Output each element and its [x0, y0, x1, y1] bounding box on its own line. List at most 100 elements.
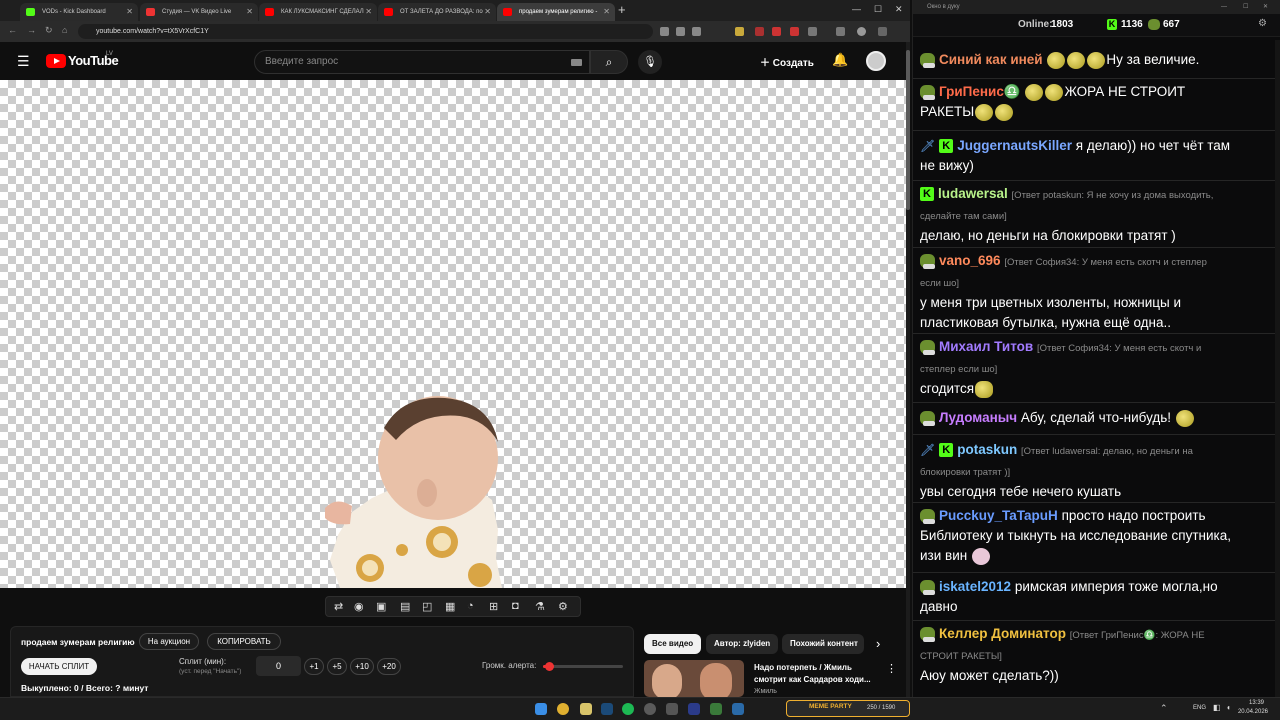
chat-username[interactable]: vano_696 [939, 253, 1001, 268]
copy-button[interactable]: КОПИРОВАТЬ [207, 633, 281, 650]
maximize-icon[interactable]: ☐ [1243, 0, 1248, 14]
start-split-button[interactable]: НАЧАТЬ СПЛИТ [21, 658, 97, 675]
mic-button[interactable]: 🎙 [638, 50, 662, 74]
create-button[interactable]: ＋ Создать [760, 54, 814, 69]
hamburger-icon[interactable]: ☰ [17, 53, 30, 70]
split-minutes-input[interactable]: 0 [256, 656, 301, 676]
app-icon[interactable] [666, 703, 678, 715]
volume-knob[interactable] [545, 662, 555, 671]
extension-icon[interactable] [735, 27, 744, 36]
close-icon[interactable]: ✕ [126, 3, 133, 21]
scrollbar-thumb[interactable] [906, 50, 910, 210]
more-options-icon[interactable]: ⋮ [886, 662, 897, 675]
add-icon[interactable]: ⊞ [489, 600, 498, 613]
loop-icon[interactable]: ⇄ [334, 600, 343, 613]
speed-icon[interactable]: ◔ [467, 600, 474, 612]
folder-icon[interactable] [580, 703, 592, 715]
tab-youtube-active[interactable]: продаем зумерам религию - ✕ [497, 3, 615, 21]
cinema-icon[interactable]: ▦ [445, 600, 455, 613]
tab-kick-dashboard[interactable]: VODs - Kick Dashboard ✕ [20, 3, 138, 21]
download-icon[interactable] [836, 27, 845, 36]
search-input[interactable]: Введите запрос [254, 50, 590, 74]
close-window-icon[interactable]: ✕ [895, 4, 903, 15]
new-tab-button[interactable]: + [618, 2, 626, 17]
notifications-bell-icon[interactable]: 🔔 [832, 52, 848, 68]
meme-party-widget[interactable]: MEME PARTY 250 / 1590 [786, 700, 910, 717]
maximize-icon[interactable]: ☐ [874, 4, 882, 15]
chat-username[interactable]: potaskun [957, 442, 1017, 457]
network-icon[interactable]: ◧ [1213, 703, 1221, 712]
close-icon[interactable]: ✕ [365, 3, 372, 21]
chip-author[interactable]: Автор: zlyiden [706, 634, 779, 654]
bookmark-icon[interactable] [692, 27, 701, 36]
profile-icon[interactable] [857, 27, 866, 36]
home-icon[interactable]: ⌂ [62, 25, 67, 35]
extensions-menu-icon[interactable] [808, 27, 817, 36]
close-icon[interactable]: ✕ [603, 3, 610, 21]
chat-scrollbar[interactable] [1275, 40, 1280, 697]
cast-icon[interactable] [676, 27, 685, 36]
extension-icon[interactable] [790, 27, 799, 36]
zoom-icon[interactable] [660, 27, 669, 36]
increment-5-button[interactable]: +5 [327, 658, 347, 675]
close-icon[interactable]: ✕ [484, 3, 491, 21]
tab-youtube-2[interactable]: ОТ ЗАЛЕТА ДО РАЗВОДА: по ✕ [378, 3, 496, 21]
clock-time[interactable]: 13:39 [1228, 700, 1264, 706]
chat-username[interactable]: Синий как иней [939, 52, 1043, 67]
increment-20-button[interactable]: +20 [377, 658, 401, 675]
app-icon[interactable] [732, 703, 744, 715]
app-icon[interactable] [710, 703, 722, 715]
increment-1-button[interactable]: +1 [304, 658, 324, 675]
clock-date[interactable]: 20.04.2026 [1228, 709, 1268, 715]
video-player[interactable] [0, 80, 906, 588]
settings-gear-icon[interactable]: ⚙ [1258, 18, 1267, 29]
steam-icon[interactable] [601, 703, 613, 715]
increment-10-button[interactable]: +10 [350, 658, 374, 675]
keyboard-icon[interactable] [571, 59, 582, 66]
video-channel[interactable]: Жмиль [754, 688, 777, 695]
flask-icon[interactable]: ⚗ [535, 600, 545, 613]
forward-icon[interactable]: → [27, 25, 36, 35]
chat-username[interactable]: JuggernautsKiller [957, 138, 1072, 153]
camera-icon[interactable]: ◘ [512, 600, 519, 612]
alert-volume-slider[interactable] [543, 662, 623, 671]
reload-icon[interactable]: ↻ [45, 25, 53, 36]
url-field[interactable]: youtube.com/watch?v=tX5VrXcfC1Y [78, 24, 653, 39]
chip-similar[interactable]: Похожий контент [782, 634, 864, 654]
pip-icon[interactable]: ◰ [422, 600, 432, 613]
close-icon[interactable]: ✕ [246, 3, 253, 21]
tab-vk-studio[interactable]: Студия — VK Видео Live ✕ [140, 3, 258, 21]
video-title[interactable]: Надо потерпеть / Жмиль смотрит как Сарда… [754, 662, 880, 686]
youtube-logo-icon[interactable] [46, 54, 66, 68]
app-icon[interactable] [688, 703, 700, 715]
chat-username[interactable]: iskatel2012 [939, 579, 1011, 594]
chat-username[interactable]: Pucckuy_TaTapuH [939, 508, 1058, 523]
chat-username[interactable]: ГриПенис♎ [939, 84, 1021, 99]
chevron-right-icon[interactable]: › [876, 636, 880, 651]
gear-icon[interactable]: ⚙ [558, 600, 568, 613]
chat-username[interactable]: ludawersal [938, 186, 1008, 201]
app-icon[interactable] [644, 703, 656, 715]
tab-youtube-1[interactable]: КАК ЛУКСМАКСИНГ СДЕЛАЛ ✕ [259, 3, 377, 21]
chip-all-videos[interactable]: Все видео [644, 634, 702, 654]
back-icon[interactable]: ← [8, 25, 17, 35]
start-icon[interactable] [535, 703, 547, 715]
minimize-icon[interactable]: — [852, 4, 861, 14]
page-scrollbar[interactable] [906, 42, 910, 697]
chrome-icon[interactable] [557, 703, 569, 715]
audio-wave-icon[interactable]: ◉ [354, 600, 364, 613]
video-thumbnail[interactable] [644, 660, 744, 697]
auction-button[interactable]: На аукцион [139, 633, 199, 650]
chat-username[interactable]: Лудоманыч [939, 410, 1017, 425]
minimize-icon[interactable]: — [1221, 0, 1227, 14]
avatar[interactable] [866, 51, 886, 71]
extension-icon[interactable] [772, 27, 781, 36]
spotify-icon[interactable] [622, 703, 634, 715]
clapper-icon[interactable]: ▤ [400, 600, 410, 613]
menu-icon[interactable] [878, 27, 887, 36]
language-indicator[interactable]: ENG [1193, 705, 1206, 711]
screen-record-icon[interactable]: ▣ [376, 600, 386, 613]
search-button[interactable]: ⌕ [590, 50, 628, 74]
extension-icon[interactable] [755, 27, 764, 36]
chat-username[interactable]: Келлер Доминатор [939, 626, 1066, 641]
